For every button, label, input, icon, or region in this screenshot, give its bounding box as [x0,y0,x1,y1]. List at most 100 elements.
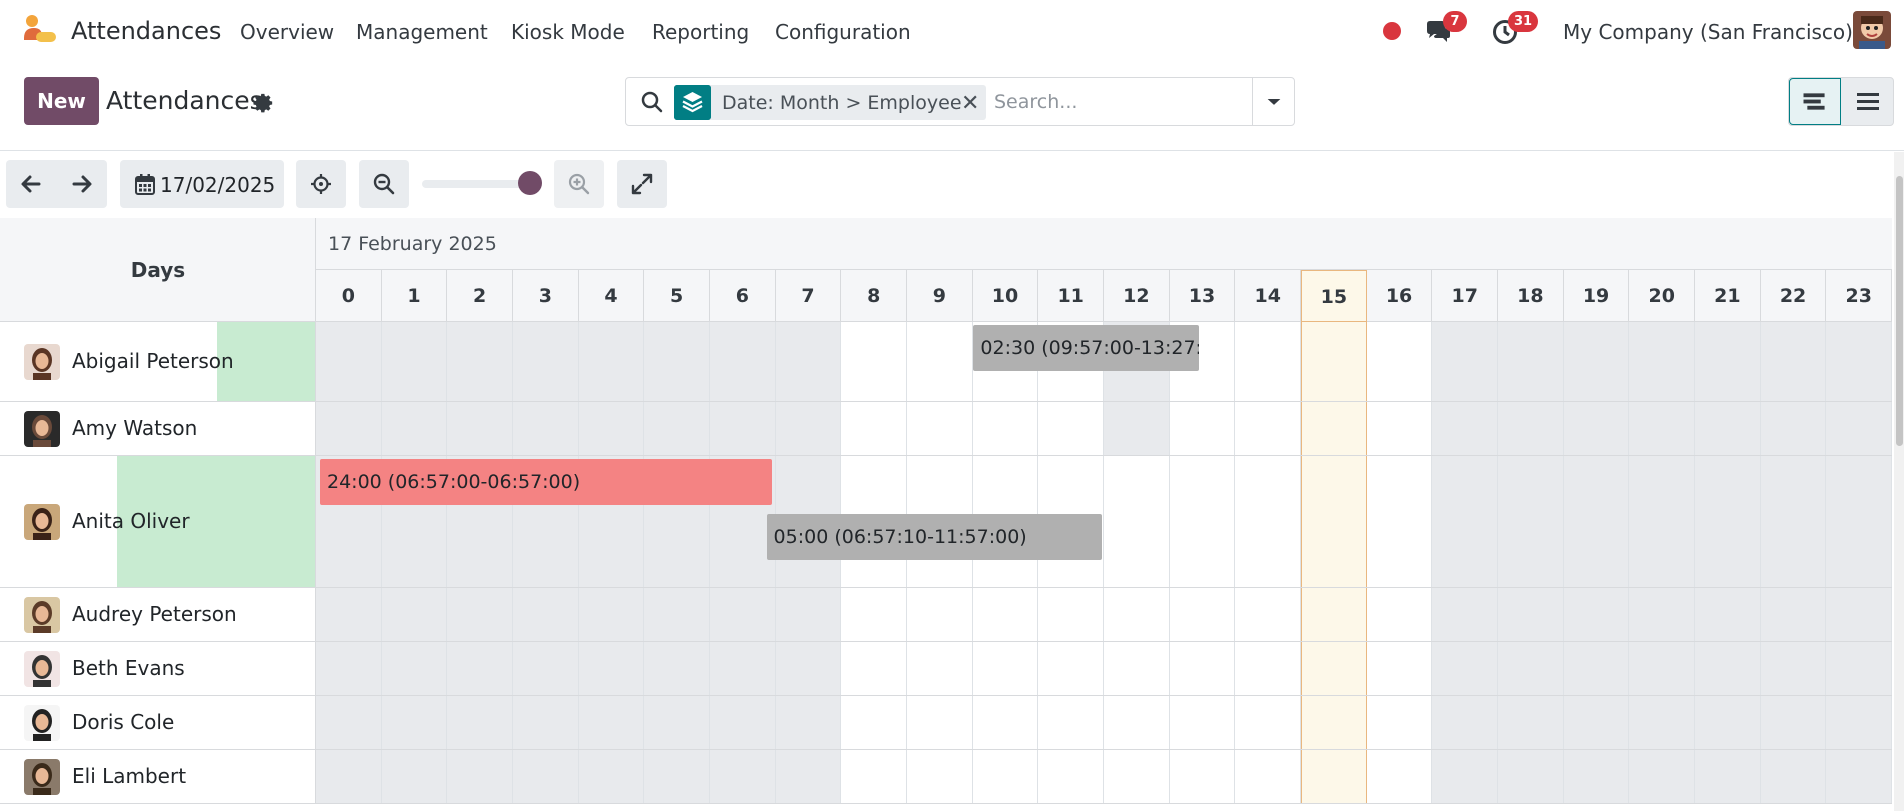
gantt-cell[interactable] [973,402,1039,455]
gantt-cell[interactable] [1170,696,1236,749]
gantt-cell[interactable] [1301,642,1367,695]
gantt-cell[interactable] [1170,402,1236,455]
gantt-cell[interactable] [644,588,710,641]
user-avatar[interactable] [1853,11,1891,49]
gantt-cell[interactable] [1235,588,1302,641]
gantt-cell[interactable] [1760,696,1827,749]
gantt-cell[interactable] [447,642,513,695]
gantt-cell[interactable] [1104,696,1170,749]
gantt-cell[interactable] [841,642,908,695]
gantt-cell[interactable] [381,402,448,455]
gantt-cell[interactable] [907,588,973,641]
gantt-cell[interactable] [973,696,1039,749]
gantt-cell[interactable] [1367,750,1433,803]
gantt-cell[interactable] [644,402,710,455]
gantt-cell[interactable] [1170,456,1236,587]
gantt-cell[interactable] [1498,696,1564,749]
gantt-cell[interactable] [1563,456,1630,587]
gantt-cell[interactable] [1695,642,1761,695]
gantt-cell[interactable] [1235,456,1302,587]
gantt-cell[interactable] [1498,402,1564,455]
gantt-cell[interactable] [1038,588,1105,641]
employee-row-label[interactable]: Doris Cole [0,696,316,749]
gantt-cell[interactable] [447,402,513,455]
gantt-cell[interactable] [1367,322,1433,401]
gantt-cell[interactable] [316,322,382,401]
gantt-cell[interactable] [1432,402,1499,455]
gantt-cell[interactable] [1760,750,1827,803]
gantt-cell[interactable] [907,696,973,749]
gantt-cell[interactable] [1170,642,1236,695]
gantt-cell[interactable] [1695,322,1761,401]
company-switcher[interactable]: My Company (San Francisco) [1563,20,1853,44]
search-input[interactable] [994,87,1244,117]
gantt-cell[interactable] [1760,588,1827,641]
gantt-cell[interactable] [1826,322,1892,401]
zoom-slider-handle[interactable] [518,171,542,195]
gantt-cell[interactable] [578,402,645,455]
gantt-cell[interactable] [513,322,579,401]
gantt-cell[interactable] [1235,402,1302,455]
next-arrow-icon[interactable] [57,160,107,208]
scrollbar-thumb[interactable] [1896,176,1903,446]
gantt-cell[interactable] [1301,456,1367,587]
gantt-cell[interactable] [1629,750,1696,803]
recording-indicator-icon[interactable] [1383,22,1401,40]
gantt-cell[interactable] [1695,456,1761,587]
gantt-cell[interactable] [1038,642,1105,695]
gantt-cell[interactable] [381,750,448,803]
focus-today-button[interactable] [296,160,346,208]
gantt-cell[interactable] [1695,750,1761,803]
current-date[interactable]: 17/02/2025 [160,173,275,197]
employee-row-label[interactable]: Audrey Peterson [0,588,316,641]
gantt-cell[interactable] [1367,456,1433,587]
menu-management[interactable]: Management [356,20,488,44]
gantt-cell[interactable] [1432,456,1499,587]
gantt-cell[interactable] [644,696,710,749]
gantt-cell[interactable] [710,588,776,641]
gantt-cell[interactable] [1563,696,1630,749]
gantt-cell[interactable] [1563,402,1630,455]
gantt-cell[interactable] [513,642,579,695]
gantt-cell[interactable] [1826,456,1892,587]
gantt-cell[interactable] [907,750,973,803]
gantt-cell[interactable] [775,322,842,401]
menu-overview[interactable]: Overview [240,20,334,44]
gantt-cell[interactable] [710,642,776,695]
gantt-cell[interactable] [1235,642,1302,695]
gantt-cell[interactable] [1038,402,1105,455]
gantt-cell[interactable] [644,750,710,803]
gantt-cell[interactable] [1432,322,1499,401]
gantt-cell[interactable] [381,322,448,401]
gantt-cell[interactable] [841,402,908,455]
gantt-cell[interactable] [1498,642,1564,695]
gantt-cell[interactable] [578,750,645,803]
gantt-cell[interactable] [381,696,448,749]
gantt-cell[interactable] [447,588,513,641]
gantt-cell[interactable] [907,322,973,401]
gantt-cell[interactable] [1629,456,1696,587]
gantt-cell[interactable] [1498,456,1564,587]
gantt-cell[interactable] [1301,588,1367,641]
gantt-cell[interactable] [1104,456,1170,587]
gantt-cell[interactable] [1235,322,1302,401]
gantt-cell[interactable] [1695,588,1761,641]
gantt-cell[interactable] [1432,750,1499,803]
gantt-cell[interactable] [316,696,382,749]
search-options-dropdown-icon[interactable] [1252,78,1295,125]
gantt-cell[interactable] [1432,588,1499,641]
menu-reporting[interactable]: Reporting [652,20,749,44]
gantt-cell[interactable] [1301,696,1367,749]
gantt-cell[interactable] [1563,322,1630,401]
gantt-cell[interactable] [1695,402,1761,455]
gantt-cell[interactable] [1104,402,1170,455]
gantt-cell[interactable] [644,642,710,695]
gantt-cell[interactable] [1170,750,1236,803]
gantt-cell[interactable] [1760,402,1827,455]
app-name[interactable]: Attendances [71,17,221,45]
gantt-cell[interactable] [1760,642,1827,695]
zoom-slider[interactable] [422,180,530,188]
gantt-cell[interactable] [973,750,1039,803]
gantt-cell[interactable] [841,750,908,803]
menu-kiosk-mode[interactable]: Kiosk Mode [511,20,625,44]
